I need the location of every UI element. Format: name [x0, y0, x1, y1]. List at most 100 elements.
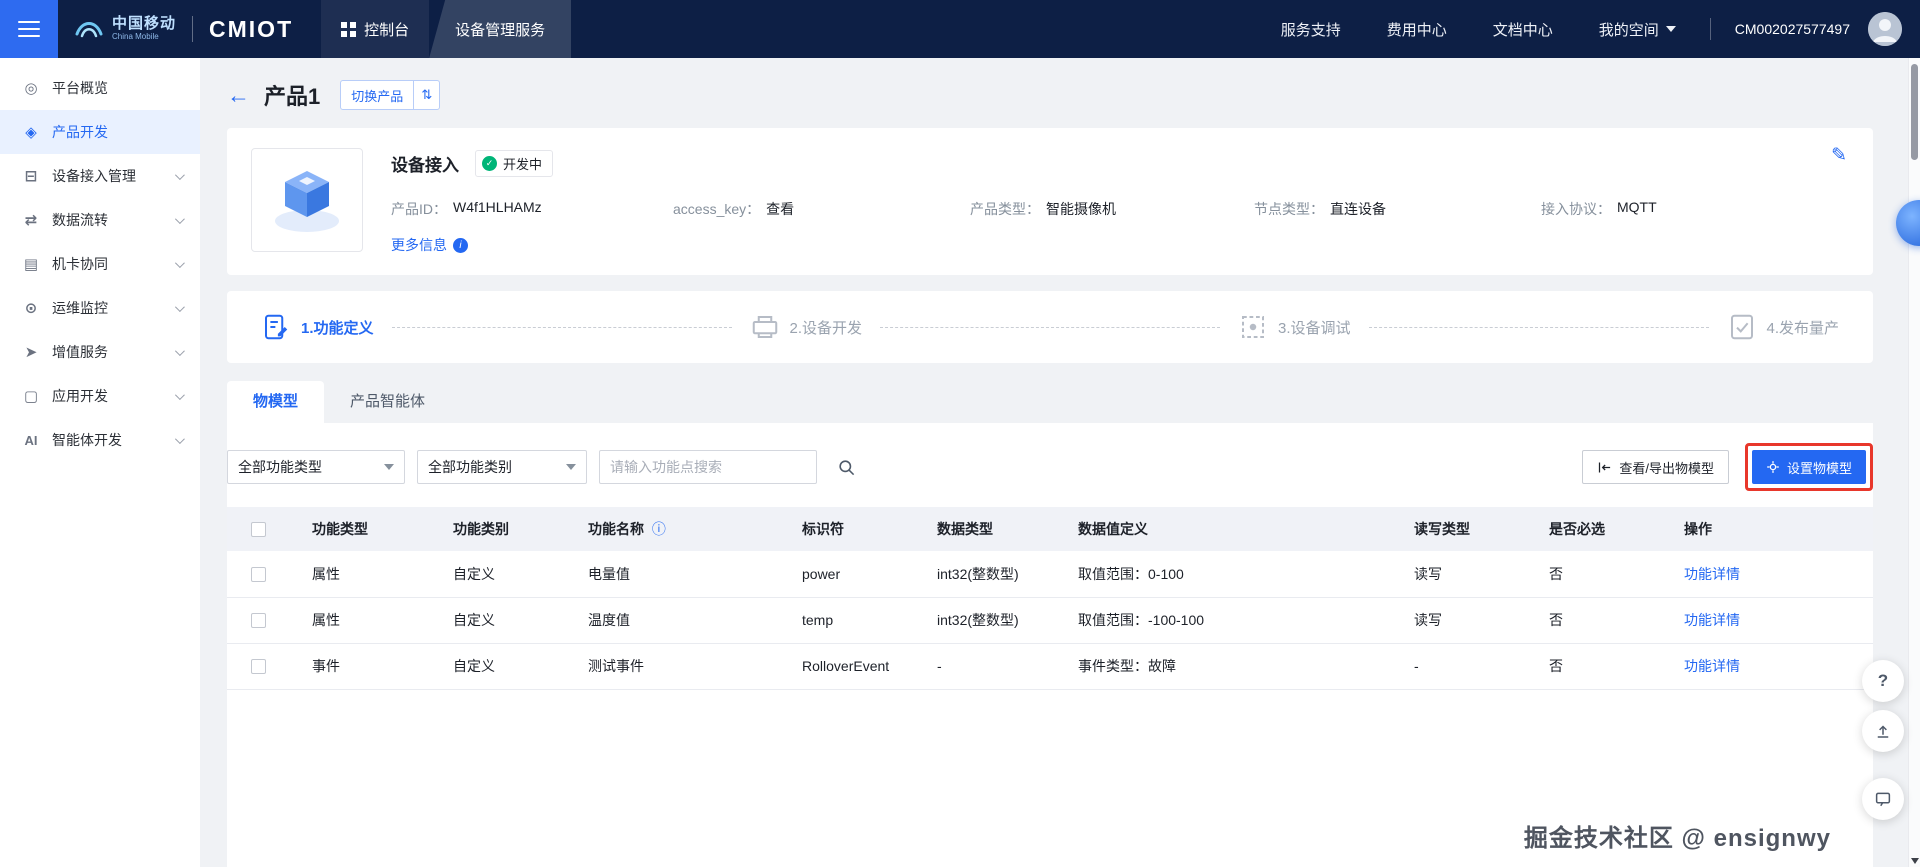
switch-product-label: 切换产品: [351, 88, 404, 104]
chevron-down-icon: [384, 464, 394, 470]
header-function-name: 功能名称 ⓘ: [572, 507, 786, 551]
step-connector: [1368, 326, 1709, 328]
scrollbar-down-arrow-icon[interactable]: [1911, 858, 1919, 864]
row-checkbox[interactable]: [251, 567, 266, 583]
cell-read-write: 读写: [1398, 551, 1533, 598]
main-content: ← 产品1 切换产品 ⇅ 设备接入 ✓ 开发中 产品ID： W4f1HLHAMz…: [200, 58, 1920, 867]
nav-billing-center[interactable]: 费用中心: [1387, 19, 1447, 40]
sidebar: ◎ 平台概览 ◈ 产品开发 ⊟ 设备接入管理 ⇄ 数据流转 ▤ 机卡协同 ⊙ 运…: [0, 58, 200, 867]
view-access-key-link[interactable]: 查看: [766, 199, 794, 219]
header-required: 是否必选: [1533, 507, 1668, 551]
feedback-button[interactable]: [1862, 710, 1904, 752]
step-label: 4.发布量产: [1766, 319, 1840, 337]
step-release-production[interactable]: 4.发布量产: [1727, 312, 1840, 342]
export-icon: [1599, 462, 1611, 472]
nav-my-space[interactable]: 我的空间: [1599, 19, 1676, 40]
select-all-checkbox[interactable]: [251, 522, 266, 538]
set-thing-model-button[interactable]: 设置物模型: [1751, 450, 1866, 484]
cube-illustration: [275, 171, 339, 232]
field-value: 直连设备: [1330, 201, 1386, 217]
view-export-model-button[interactable]: 查看/导出物模型: [1582, 450, 1729, 484]
development-steps-bar: 1.功能定义 2.设备开发 3.设备调试 4.发布量产: [227, 291, 1873, 363]
help-button[interactable]: ?: [1862, 660, 1904, 702]
cell-identifier: RolloverEvent: [786, 643, 921, 690]
sidebar-item-sim-collab[interactable]: ▤ 机卡协同: [0, 242, 200, 286]
header-function-category: 功能类别: [437, 507, 572, 551]
function-category-dropdown[interactable]: 全部功能类别: [417, 450, 587, 484]
chat-button[interactable]: [1862, 778, 1904, 820]
search-icon[interactable]: [829, 450, 863, 484]
sidebar-item-ops-monitoring[interactable]: ⊙ 运维监控: [0, 286, 200, 330]
header-operation: 操作: [1668, 507, 1873, 551]
tab-thing-model[interactable]: 物模型: [227, 381, 325, 423]
more-info-link[interactable]: 更多信息: [391, 235, 447, 255]
table-header-row: 功能类型 功能类别 功能名称 ⓘ 标识符 数据类型 数据值定义 读写类型 是否必…: [227, 507, 1873, 551]
hamburger-menu-icon[interactable]: [0, 0, 58, 58]
sidebar-item-value-added[interactable]: ➤ 增值服务: [0, 330, 200, 374]
function-detail-link[interactable]: 功能详情: [1684, 612, 1740, 628]
switch-product-button[interactable]: 切换产品 ⇅: [340, 80, 441, 110]
header-identifier: 标识符: [786, 507, 921, 551]
scrollbar-thumb[interactable]: [1911, 64, 1918, 160]
service-tab-device-management[interactable]: 设备管理服务: [429, 0, 572, 58]
function-detail-link[interactable]: 功能详情: [1684, 566, 1740, 582]
user-avatar[interactable]: [1868, 12, 1902, 46]
brand-name-cn: 中国移动: [112, 15, 177, 33]
step-connector: [391, 326, 732, 328]
watermark: 掘金技术社区 @ ensignwy: [1523, 825, 1831, 852]
edit-pencil-icon[interactable]: ✎: [1831, 144, 1847, 167]
scrollbar[interactable]: [1908, 58, 1920, 867]
search-input[interactable]: [599, 450, 817, 484]
console-button[interactable]: 控制台: [321, 0, 430, 58]
nav-doc-center[interactable]: 文档中心: [1493, 19, 1553, 40]
chevron-down-icon: [174, 257, 185, 268]
monitor-icon: ⊙: [24, 300, 38, 317]
sidebar-item-product-development[interactable]: ◈ 产品开发: [0, 110, 200, 154]
sidebar-item-platform-overview[interactable]: ◎ 平台概览: [0, 66, 200, 110]
nav-service-support[interactable]: 服务支持: [1281, 19, 1341, 40]
cell-function-type: 属性: [296, 597, 437, 644]
step-label: 1.功能定义: [301, 319, 374, 337]
function-type-dropdown[interactable]: 全部功能类型: [227, 450, 405, 484]
cell-required: 否: [1533, 643, 1668, 690]
step-device-development[interactable]: 2.设备开发: [750, 312, 862, 342]
info-icon[interactable]: i: [453, 237, 468, 253]
sidebar-item-label: 应用开发: [52, 388, 108, 404]
paper-plane-icon: ➤: [24, 344, 38, 361]
header-data-type: 数据类型: [921, 507, 1062, 551]
info-icon[interactable]: ⓘ: [652, 521, 666, 537]
field-label: 节点类型：: [1254, 201, 1324, 217]
table-row: 事件 自定义 测试事件 RolloverEvent - 事件类型：故障 - 否 …: [227, 643, 1873, 690]
cell-read-write: -: [1398, 643, 1533, 690]
sidebar-item-label: 设备接入管理: [52, 168, 136, 184]
filter-row: 全部功能类型 全部功能类别 请输入功能点搜索 查看/导出物模型 设置物模型: [227, 423, 1873, 507]
china-mobile-logo: 中国移动 China Mobile: [74, 16, 176, 42]
step-device-debugging[interactable]: 3.设备调试: [1238, 312, 1351, 342]
sidebar-item-app-development[interactable]: ▢ 应用开发: [0, 374, 200, 418]
field-protocol: 接入协议： MQTT: [1541, 199, 1657, 219]
overview-icon: ◎: [24, 80, 38, 97]
cell-function-name: 测试事件: [572, 643, 786, 690]
account-divider: [1709, 18, 1711, 40]
account-id[interactable]: CM002027577497: [1735, 21, 1850, 37]
row-checkbox[interactable]: [251, 613, 266, 629]
sidebar-item-ai-agent-development[interactable]: AI 智能体开发: [0, 418, 200, 462]
product-dev-icon: ◈: [25, 124, 37, 141]
cell-data-type: int32(整数型): [921, 597, 1062, 644]
chevron-down-icon: [174, 169, 185, 180]
row-checkbox[interactable]: [251, 659, 266, 675]
topbar-divider: [192, 16, 194, 42]
back-arrow-icon[interactable]: ←: [227, 83, 250, 107]
step-function-definition[interactable]: 1.功能定义: [261, 312, 374, 342]
cell-data-value-definition: 事件类型：故障: [1062, 643, 1398, 690]
sidebar-item-data-flow[interactable]: ⇄ 数据流转: [0, 198, 200, 242]
cell-identifier: power: [786, 551, 921, 598]
field-value: MQTT: [1617, 199, 1657, 215]
grid-icon: [341, 21, 357, 37]
sidebar-item-device-access[interactable]: ⊟ 设备接入管理: [0, 154, 200, 198]
tab-product-agent[interactable]: 产品智能体: [324, 381, 451, 423]
field-label: 产品ID：: [391, 201, 447, 217]
function-detail-link[interactable]: 功能详情: [1684, 658, 1740, 674]
header-function-type: 功能类型: [296, 507, 437, 551]
sidebar-item-label: 机卡协同: [52, 256, 108, 272]
